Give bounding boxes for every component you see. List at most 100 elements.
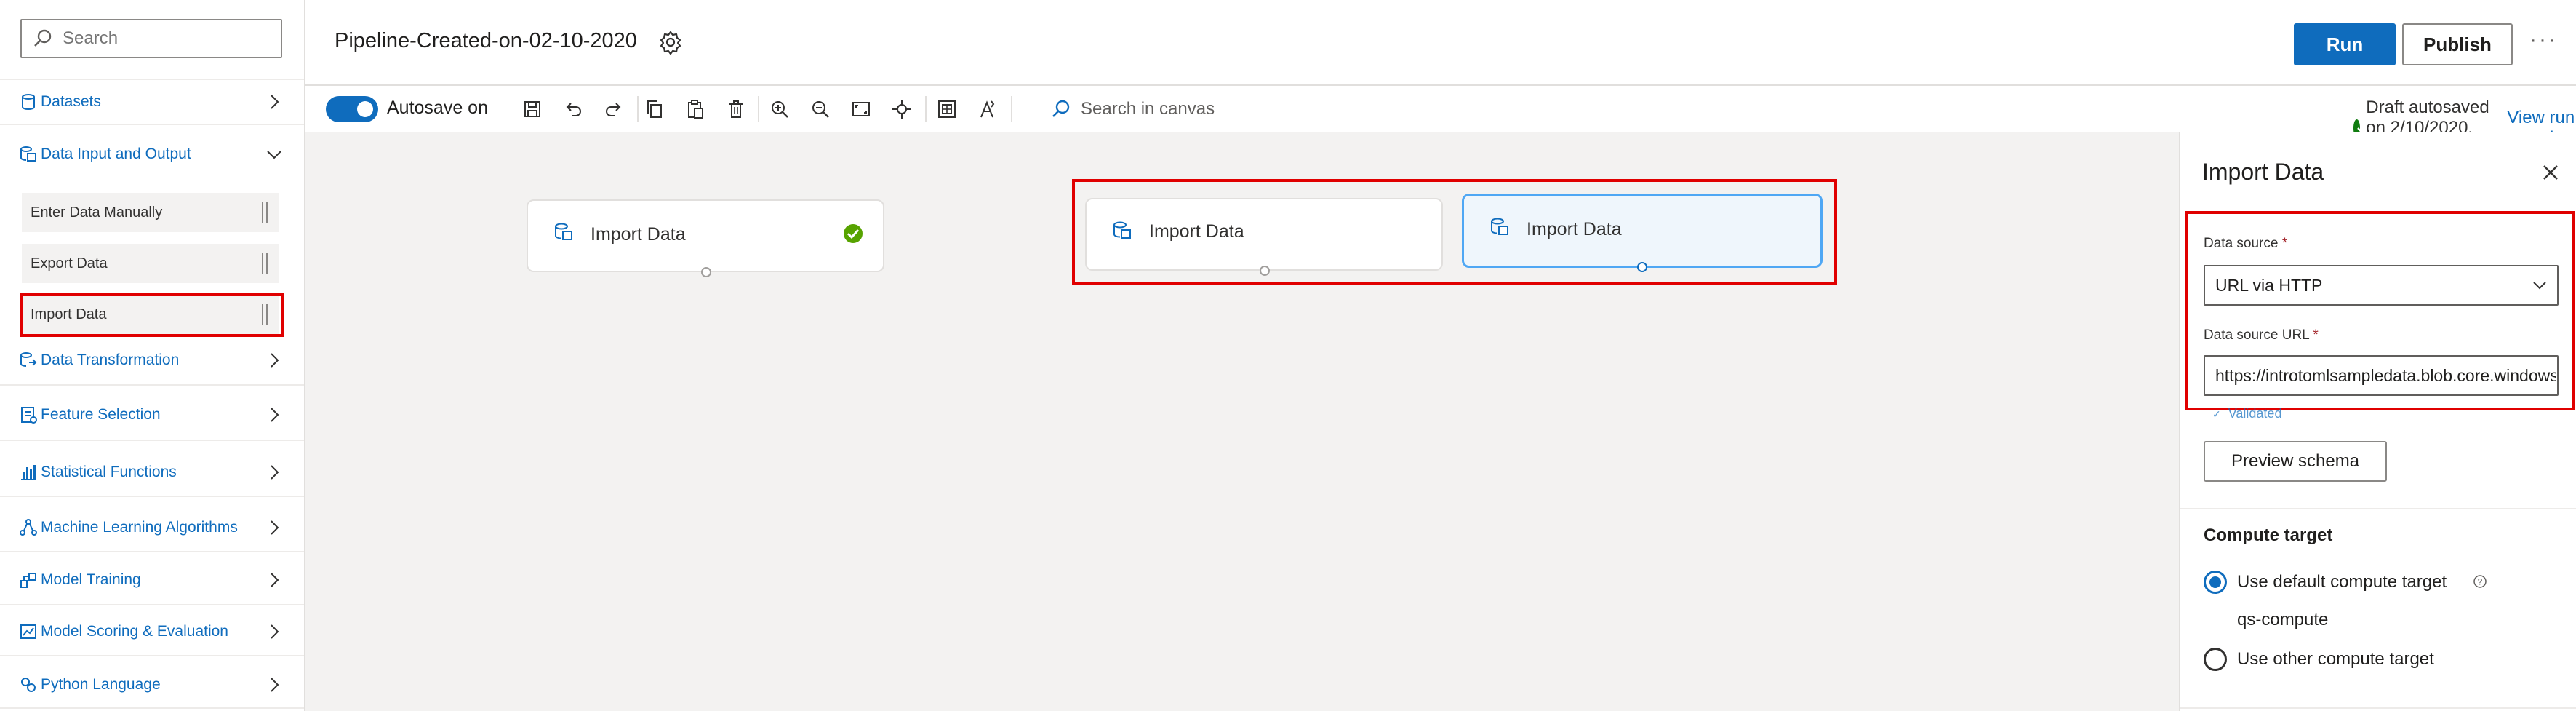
toolbar-divider — [1011, 96, 1012, 122]
sidebar-divider — [0, 707, 304, 709]
toggle-knob — [357, 101, 373, 117]
preview-schema-button[interactable]: Preview schema — [2204, 441, 2387, 482]
publish-button[interactable]: Publish — [2402, 23, 2513, 65]
highlight-box — [20, 293, 284, 337]
chevron-right-icon — [271, 520, 279, 535]
fit-screen-icon — [852, 102, 870, 116]
check-circle-icon — [844, 224, 863, 243]
copy-icon — [647, 100, 662, 118]
sidebar-divider — [0, 496, 304, 497]
category-datasets[interactable]: Datasets — [0, 80, 304, 124]
canvas-search[interactable]: Search in canvas — [1050, 96, 1215, 122]
database-icon — [22, 94, 35, 111]
data-io-icon — [20, 146, 36, 162]
close-icon[interactable] — [2540, 162, 2561, 183]
module-node-label: Import Data — [591, 224, 686, 245]
bar-chart-icon — [21, 465, 36, 480]
category-feature-selection[interactable]: Feature Selection — [0, 393, 304, 437]
paste-icon — [688, 100, 703, 119]
drag-handle-icon[interactable] — [262, 253, 268, 274]
category-data-input-output[interactable]: Data Input and Output — [0, 132, 304, 176]
save-button[interactable] — [519, 96, 545, 122]
autosave-toggle[interactable] — [326, 96, 378, 122]
module-search-input[interactable] — [61, 28, 275, 49]
category-machine-learning-algorithms[interactable]: Machine Learning Algorithms — [0, 506, 304, 549]
pipeline-canvas[interactable]: Import Data Import Data Import Data — [305, 132, 2179, 711]
category-data-transformation[interactable]: Data Transformation — [0, 338, 304, 382]
move-icon — [892, 100, 911, 119]
default-compute-radio[interactable] — [2204, 571, 2227, 594]
pipeline-title[interactable]: Pipeline-Created-on-02-10-2020 — [335, 29, 637, 53]
output-port[interactable] — [701, 267, 711, 277]
trash-icon — [729, 100, 743, 118]
category-label: Model Scoring & Evaluation — [41, 623, 228, 640]
data-io-icon — [555, 223, 572, 240]
category-label: Model Training — [41, 571, 141, 588]
module-sidebar: Datasets Data Input and Output Enter Dat… — [0, 0, 305, 711]
toolbar-divider — [637, 96, 639, 122]
module-item-label: Enter Data Manually — [31, 204, 163, 221]
minimap-button[interactable] — [934, 96, 960, 122]
chevron-right-icon — [271, 678, 279, 692]
auto-layout-icon — [980, 100, 995, 118]
help-icon[interactable]: ? — [2473, 574, 2487, 589]
paste-button[interactable] — [682, 96, 708, 122]
canvas-search-placeholder: Search in canvas — [1081, 99, 1215, 119]
other-compute-label[interactable]: Use other compute target — [2237, 649, 2434, 670]
gear-icon[interactable] — [657, 29, 684, 55]
drag-handle-icon[interactable] — [262, 202, 268, 223]
more-options-icon[interactable]: ··· — [2529, 28, 2558, 52]
category-label: Machine Learning Algorithms — [41, 519, 238, 536]
auto-layout-button[interactable] — [975, 96, 1001, 122]
zoom-in-button[interactable] — [767, 96, 793, 122]
category-model-training[interactable]: Model Training — [0, 558, 304, 602]
toolbar-divider — [758, 96, 759, 122]
transform-icon — [20, 352, 37, 367]
scoring-icon — [20, 624, 36, 639]
sidebar-divider — [0, 655, 304, 656]
module-item-enter-data-manually[interactable]: Enter Data Manually — [22, 193, 279, 232]
ml-icon — [20, 519, 37, 536]
copy-button[interactable] — [641, 96, 668, 122]
validated-status: ✓ Validated — [2212, 406, 2281, 421]
category-statistical-functions[interactable]: Statistical Functions — [0, 450, 304, 494]
module-node-import-data[interactable]: Import Data — [527, 199, 884, 277]
category-label: Feature Selection — [41, 406, 161, 423]
module-properties-panel: Import Data Data source * URL via HTTP D… — [2179, 132, 2576, 711]
fit-to-screen-button[interactable] — [848, 96, 874, 122]
autosave-label: Autosave on — [387, 98, 488, 118]
module-search-box[interactable] — [20, 19, 282, 58]
module-item-export-data[interactable]: Export Data — [22, 244, 279, 283]
other-compute-radio[interactable] — [2204, 648, 2227, 671]
save-icon — [524, 101, 540, 117]
panel-divider — [2180, 707, 2576, 709]
undo-button[interactable] — [560, 96, 586, 122]
highlight-box — [1072, 179, 1837, 285]
zoom-in-icon — [772, 101, 788, 118]
pan-button[interactable] — [889, 96, 915, 122]
redo-icon — [606, 103, 621, 116]
category-model-scoring-evaluation[interactable]: Model Scoring & Evaluation — [0, 610, 304, 654]
search-icon — [1052, 100, 1070, 117]
radio-dot — [2209, 576, 2221, 588]
panel-title: Import Data — [2202, 159, 2324, 185]
category-label: Data Input and Output — [41, 146, 191, 162]
validated-text: Validated — [2228, 406, 2282, 421]
python-icon — [21, 678, 36, 692]
chevron-right-icon — [271, 465, 279, 480]
default-compute-value: qs-compute — [2237, 610, 2329, 629]
category-label: Python Language — [41, 676, 161, 693]
delete-button[interactable] — [723, 96, 749, 122]
grid-icon — [938, 100, 956, 118]
chevron-right-icon — [271, 353, 279, 368]
run-button[interactable]: Run — [2294, 23, 2396, 65]
category-python-language[interactable]: Python Language — [0, 663, 304, 707]
redo-button[interactable] — [601, 96, 627, 122]
sidebar-divider — [0, 551, 304, 552]
category-label: Data Transformation — [41, 351, 180, 368]
zoom-out-button[interactable] — [807, 96, 833, 122]
default-compute-label[interactable]: Use default compute target — [2237, 572, 2447, 592]
chevron-right-icon — [271, 573, 279, 587]
category-label: Statistical Functions — [41, 464, 177, 480]
chevron-right-icon — [271, 95, 279, 109]
